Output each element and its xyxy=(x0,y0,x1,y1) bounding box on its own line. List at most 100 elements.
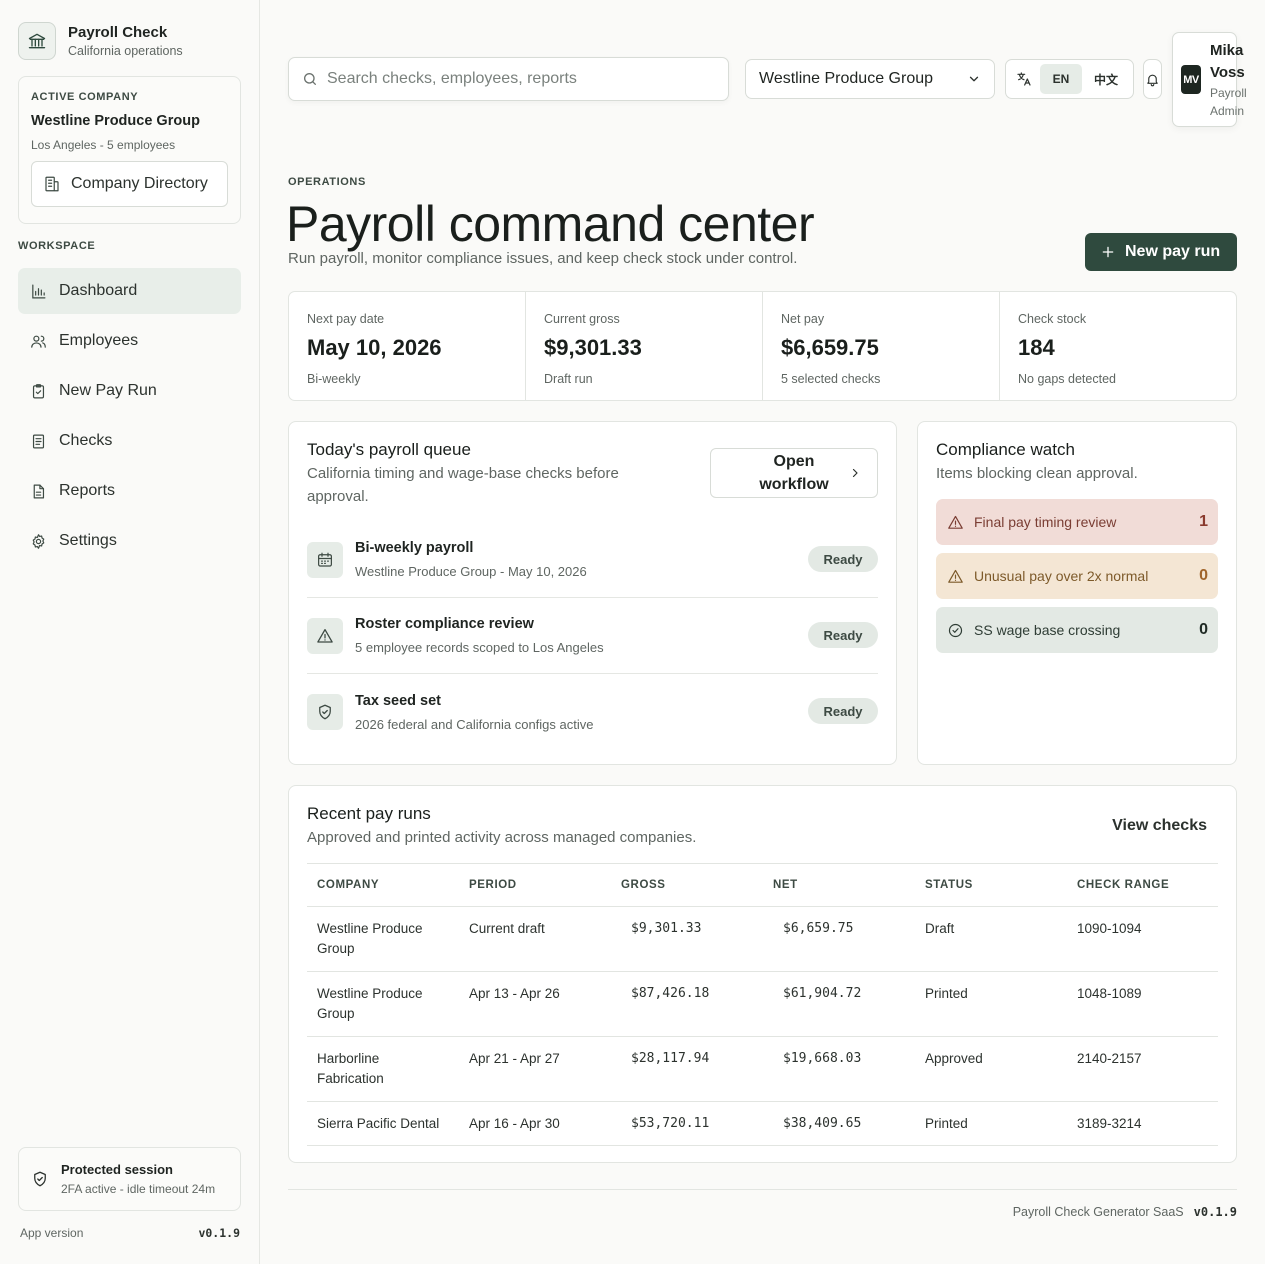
open-workflow-button[interactable]: Open workflow xyxy=(710,448,878,498)
chevron-right-icon xyxy=(849,467,861,479)
stat-value: May 10, 2026 xyxy=(307,335,442,360)
queue-item-title: Tax seed set xyxy=(355,692,441,709)
pay-runs-table: COMPANY PERIOD GROSS NET STATUS CHECK RA… xyxy=(307,863,1218,1146)
sidebar-item-dashboard[interactable]: Dashboard xyxy=(18,268,241,314)
new-pay-run-label: New pay run xyxy=(1125,243,1221,260)
stat-value: 184 xyxy=(1018,335,1055,360)
compliance-item-label: SS wage base crossing xyxy=(974,622,1121,638)
active-company-eyebrow: ACTIVE COMPANY xyxy=(31,91,139,103)
cell-gross: $53,720.11 xyxy=(611,1101,763,1146)
stat-label: Check stock xyxy=(1018,312,1087,326)
cell-check-range: 3189-3214 xyxy=(1067,1101,1218,1146)
queue-item-subtitle: 2026 federal and California configs acti… xyxy=(355,716,594,732)
stat-label: Next pay date xyxy=(307,312,385,326)
search-bar[interactable] xyxy=(288,57,729,101)
user-last-name: Voss xyxy=(1210,64,1245,81)
compliance-item-final-pay[interactable]: Final pay timing review 1 xyxy=(936,499,1218,545)
active-company-name: Westline Produce Group xyxy=(31,113,200,129)
new-pay-run-button[interactable]: New pay run xyxy=(1085,233,1237,271)
bar-chart-icon xyxy=(30,283,47,300)
warning-icon xyxy=(307,617,343,654)
company-directory-button[interactable]: Company Directory xyxy=(31,161,228,207)
workspace-label: WORKSPACE xyxy=(18,240,96,252)
notifications-button[interactable] xyxy=(1143,59,1162,99)
table-row[interactable]: Westline Produce Group Current draft $9,… xyxy=(307,906,1218,972)
user-name: Mika Voss xyxy=(1210,40,1245,84)
list-item[interactable]: Roster compliance review 5 employee reco… xyxy=(307,598,878,674)
calendar-icon xyxy=(307,541,343,578)
cell-gross: $87,426.18 xyxy=(611,971,763,1037)
table-row[interactable]: Westline Produce Group Apr 13 - Apr 26 $… xyxy=(307,971,1218,1037)
brand[interactable]: Payroll Check California operations xyxy=(18,22,183,60)
compliance-item-ss-wage-base[interactable]: SS wage base crossing 0 xyxy=(936,607,1218,653)
user-menu[interactable]: MV Mika Voss Payroll Admin xyxy=(1172,32,1247,127)
list-item[interactable]: Tax seed set 2026 federal and California… xyxy=(307,674,878,750)
queue-item-title: Roster compliance review xyxy=(355,616,534,632)
list-item[interactable]: Bi-weekly payroll Westline Produce Group… xyxy=(307,522,878,598)
queue-list: Bi-weekly payroll Westline Produce Group… xyxy=(307,522,878,750)
stat-value: $6,659.75 xyxy=(781,335,879,360)
lang-en-button[interactable]: EN xyxy=(1040,64,1082,94)
stat-net-pay: Net pay $6,659.75 5 selected checks xyxy=(763,292,1000,400)
cell-net: $61,904.72 xyxy=(763,971,915,1037)
cell-period: Current draft xyxy=(459,906,611,972)
table-header-row: COMPANY PERIOD GROSS NET STATUS CHECK RA… xyxy=(307,863,1218,907)
sidebar-item-new-pay-run[interactable]: New Pay Run xyxy=(18,368,241,414)
payroll-queue-card: Today's payroll queue California timing … xyxy=(288,421,897,765)
column-header[interactable]: GROSS xyxy=(611,863,763,907)
cell-company: Westline Produce Group xyxy=(307,971,459,1037)
chevron-down-icon xyxy=(967,72,981,86)
gear-icon xyxy=(30,533,47,550)
sidebar-item-label: Dashboard xyxy=(59,282,138,299)
table-row[interactable]: Harborline Fabrication Apr 21 - Apr 27 $… xyxy=(307,1036,1218,1102)
stat-note: 5 selected checks xyxy=(781,372,881,386)
compliance-list: Final pay timing review 1 Unusual pay ov… xyxy=(936,499,1218,653)
sidebar-item-label: New Pay Run xyxy=(59,382,157,399)
cell-status: Printed xyxy=(915,971,1067,1037)
stat-current-gross: Current gross $9,301.33 Draft run xyxy=(526,292,763,400)
warning-icon xyxy=(947,514,964,531)
search-input[interactable] xyxy=(327,70,707,88)
cell-period: Apr 13 - Apr 26 xyxy=(459,971,611,1037)
sidebar-item-label: Reports xyxy=(59,482,116,499)
queue-item-subtitle: 5 employee records scoped to Los Angeles xyxy=(355,640,604,655)
compliance-item-unusual-pay[interactable]: Unusual pay over 2x normal 0 xyxy=(936,553,1218,599)
lang-zh-button[interactable]: 中文 xyxy=(1094,71,1118,88)
view-checks-link[interactable]: View checks xyxy=(1112,817,1207,835)
column-header[interactable]: STATUS xyxy=(915,863,1067,907)
avatar: MV xyxy=(1181,65,1201,94)
sidebar-item-reports[interactable]: Reports xyxy=(18,468,241,514)
stat-note: Draft run xyxy=(544,372,593,386)
cell-check-range: 1090-1094 xyxy=(1067,906,1218,972)
user-role-line1: Payroll xyxy=(1210,86,1247,100)
plus-icon xyxy=(1101,245,1115,259)
sidebar-item-settings[interactable]: Settings xyxy=(18,518,241,564)
recent-pay-runs-card: Recent pay runs Approved and printed act… xyxy=(288,785,1237,1163)
company-select[interactable]: Westline Produce Group xyxy=(745,59,995,99)
column-header[interactable]: CHECK RANGE xyxy=(1067,863,1218,907)
column-header[interactable]: PERIOD xyxy=(459,863,611,907)
column-header[interactable]: COMPANY xyxy=(307,863,459,907)
column-header[interactable]: NET xyxy=(763,863,915,907)
sidebar-item-label: Employees xyxy=(59,332,139,349)
users-icon xyxy=(30,333,47,350)
app-version-value: v0.1.9 xyxy=(198,1226,240,1240)
cell-status: Approved xyxy=(915,1036,1067,1102)
cell-gross: $9,301.33 xyxy=(611,906,763,972)
open-workflow-label: Open workflow xyxy=(759,453,829,493)
document-icon xyxy=(30,433,47,450)
compliance-item-count: 1 xyxy=(1199,513,1208,530)
compliance-item-label: Unusual pay over 2x normal xyxy=(974,568,1149,584)
stat-label: Current gross xyxy=(544,312,620,326)
cell-check-range: 1048-1089 xyxy=(1067,971,1218,1037)
table-row[interactable]: Sierra Pacific Dental Apr 16 - Apr 30 $5… xyxy=(307,1101,1218,1146)
compliance-watch-card: Compliance watch Items blocking clean ap… xyxy=(917,421,1237,765)
app-version: App version v0.1.9 xyxy=(20,1226,240,1240)
sidebar-item-employees[interactable]: Employees xyxy=(18,318,241,364)
shield-check-icon xyxy=(307,694,343,730)
queue-title: Today's payroll queue xyxy=(307,440,471,459)
app-version-label: App version xyxy=(20,1226,84,1240)
compliance-subtitle: Items blocking clean approval. xyxy=(936,465,1138,482)
session-subtitle: 2FA active - idle timeout 24m xyxy=(61,1182,216,1196)
sidebar-item-checks[interactable]: Checks xyxy=(18,418,241,464)
